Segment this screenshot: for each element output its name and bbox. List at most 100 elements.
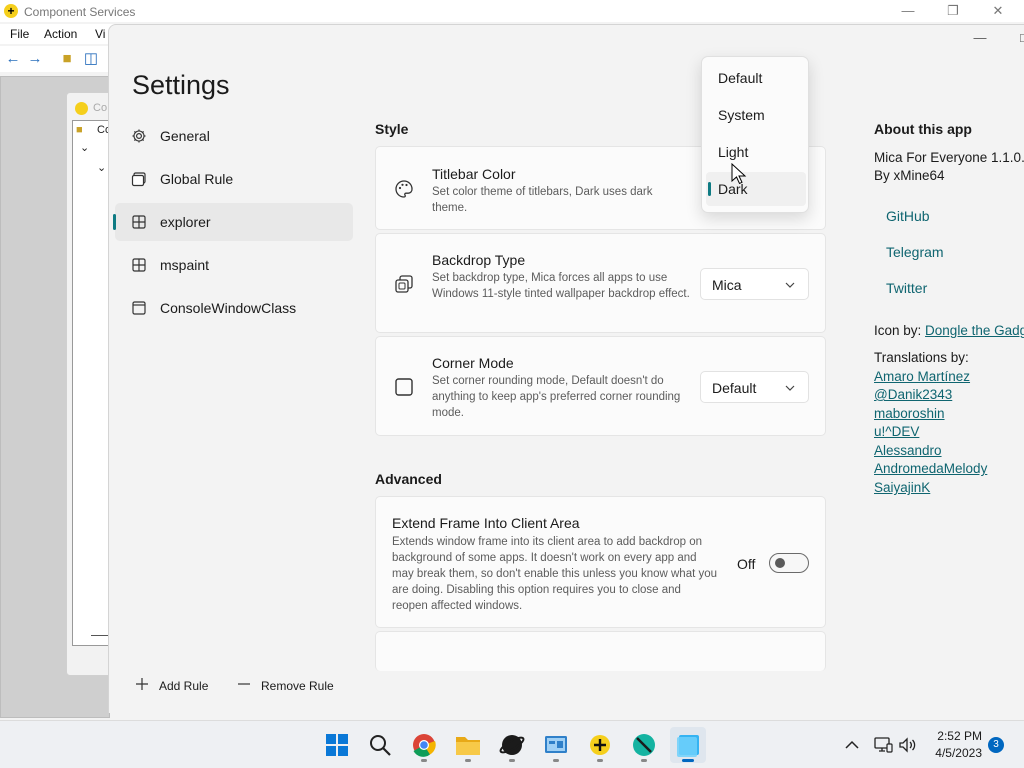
menu-action[interactable]: Action — [44, 27, 77, 41]
about-title: About this app — [874, 121, 972, 137]
forward-arrow-icon[interactable]: → — [26, 50, 44, 68]
option-system[interactable]: System — [706, 98, 806, 132]
translator-link[interactable]: Amaro Martínez — [874, 369, 970, 384]
card-backdrop-type: Backdrop Type Set backdrop type, Mica fo… — [375, 233, 826, 333]
translator-link[interactable]: @Danik2343 — [874, 387, 952, 402]
maximize-icon[interactable]: □ — [1009, 27, 1024, 49]
taskbar: 2:52 PM 4/5/2023 3 — [0, 720, 1024, 768]
twitter-link[interactable]: Twitter — [886, 280, 927, 296]
extend-frame-toggle[interactable] — [769, 553, 809, 573]
add-rule-label: Add Rule — [159, 679, 209, 693]
option-light[interactable]: Light — [706, 135, 806, 169]
menu-file[interactable]: File — [10, 27, 29, 41]
app-icon[interactable] — [494, 727, 530, 763]
card-extend-frame: Extend Frame Into Client Area Extends wi… — [375, 496, 826, 628]
up-folder-icon[interactable]: ■ — [58, 50, 76, 68]
chevron-down-icon — [785, 385, 795, 391]
translator-link[interactable]: u!^DEV — [874, 424, 919, 439]
dropdown-value: Mica — [712, 277, 742, 293]
chevron-up-icon[interactable] — [842, 735, 862, 755]
app-version: Mica For Everyone 1.1.0.0 — [874, 150, 1024, 165]
toggle-state-label: Off — [737, 556, 756, 572]
bg-titlebar: + Component Services — ❐ ✕ — [0, 0, 1024, 22]
square-corner-icon — [395, 378, 413, 396]
maximize-icon[interactable]: ❐ — [941, 2, 965, 20]
network-icon[interactable] — [873, 735, 893, 755]
search-icon[interactable] — [362, 727, 398, 763]
menu-view[interactable]: Vi — [95, 27, 105, 41]
inner-title: Co — [93, 102, 108, 114]
option-default[interactable]: Default — [706, 61, 806, 95]
selected-indicator — [708, 182, 711, 196]
mmc-plus-icon[interactable] — [582, 727, 618, 763]
page-title: Settings — [132, 70, 230, 100]
running-indicator — [509, 759, 515, 762]
back-arrow-icon[interactable]: ← — [4, 50, 22, 68]
github-link[interactable]: GitHub — [886, 208, 930, 224]
minimize-icon[interactable]: — — [965, 27, 995, 49]
backdrop-type-dropdown[interactable]: Mica — [700, 268, 809, 300]
translations-label: Translations by: — [874, 350, 969, 365]
translator-link[interactable]: Alessandro — [874, 443, 942, 458]
folder-icon: ■ — [76, 124, 83, 136]
process-icon — [132, 215, 146, 229]
mica-settings-icon[interactable] — [670, 727, 706, 763]
chevron-down-icon[interactable]: ⌄ — [80, 141, 89, 154]
nav-label: Global Rule — [160, 171, 234, 187]
window-icon — [132, 301, 146, 315]
telegram-link[interactable]: Telegram — [886, 244, 944, 260]
nav-label: ConsoleWindowClass — [160, 300, 297, 316]
card-title: Backdrop Type — [432, 252, 526, 268]
nav-item-global-rule[interactable]: Global Rule — [115, 160, 353, 198]
app-icon[interactable] — [626, 727, 662, 763]
option-dark[interactable]: Dark — [706, 172, 806, 206]
card-description: Set backdrop type, Mica forces all apps … — [432, 272, 690, 300]
minus-icon — [238, 683, 250, 685]
nav-item-mspaint[interactable]: mspaint — [115, 246, 353, 284]
option-label: Light — [718, 144, 749, 160]
card-description: Set color theme of titlebars, Dark uses … — [432, 186, 653, 214]
show-tree-icon[interactable]: ◫ — [82, 50, 100, 68]
minimize-icon[interactable]: — — [896, 2, 920, 20]
card-description: Extends window frame into its client are… — [392, 536, 718, 612]
windows-start-icon[interactable] — [319, 727, 355, 763]
clock-date[interactable]: 4/5/2023 — [928, 746, 982, 760]
running-indicator — [465, 759, 471, 762]
nav-item-consolewindowclass[interactable]: ConsoleWindowClass — [115, 289, 353, 327]
titlebar-color-popup: Default System Light Dark — [701, 56, 809, 213]
chevron-down-icon[interactable]: ⌄ — [97, 161, 106, 174]
running-indicator — [553, 759, 559, 762]
remove-rule-button[interactable]: Remove Rule — [237, 677, 347, 697]
option-label: System — [718, 107, 765, 123]
translator-link[interactable]: SaiyajinK — [874, 480, 930, 495]
backdrop-layers-icon — [395, 275, 413, 293]
translator-link[interactable]: AndromedaMelody — [874, 461, 987, 476]
running-indicator — [421, 759, 427, 762]
close-icon[interactable]: ✕ — [986, 2, 1010, 20]
file-explorer-icon[interactable] — [450, 727, 486, 763]
add-rule-button[interactable]: Add Rule — [135, 677, 225, 697]
section-title-advanced: Advanced — [375, 471, 442, 487]
bg-window-title: Component Services — [24, 5, 136, 19]
dropdown-value: Default — [712, 380, 757, 396]
card-title: Corner Mode — [432, 355, 514, 371]
running-indicator — [597, 759, 603, 762]
clock-time[interactable]: 2:52 PM — [928, 729, 982, 743]
settings-window: — □ Settings General Global Rule explore… — [108, 24, 1024, 713]
active-indicator — [682, 759, 694, 762]
corner-mode-dropdown[interactable]: Default — [700, 371, 809, 403]
active-indicator — [113, 214, 116, 230]
chevron-down-icon — [785, 282, 795, 288]
process-icon — [132, 258, 146, 272]
component-services-icon[interactable] — [538, 727, 574, 763]
chrome-icon[interactable] — [406, 727, 442, 763]
nav-item-explorer[interactable]: explorer — [113, 203, 353, 241]
translator-link[interactable]: maboroshin — [874, 406, 945, 421]
card-next — [375, 631, 826, 671]
volume-icon[interactable] — [898, 735, 918, 755]
nav-item-general[interactable]: General — [115, 117, 353, 155]
icon-author-link[interactable]: Dongle the Gadget — [925, 323, 1024, 338]
notification-badge[interactable]: 3 — [988, 737, 1004, 753]
app-author: By xMine64 — [874, 168, 945, 183]
nav-label: explorer — [160, 214, 211, 230]
